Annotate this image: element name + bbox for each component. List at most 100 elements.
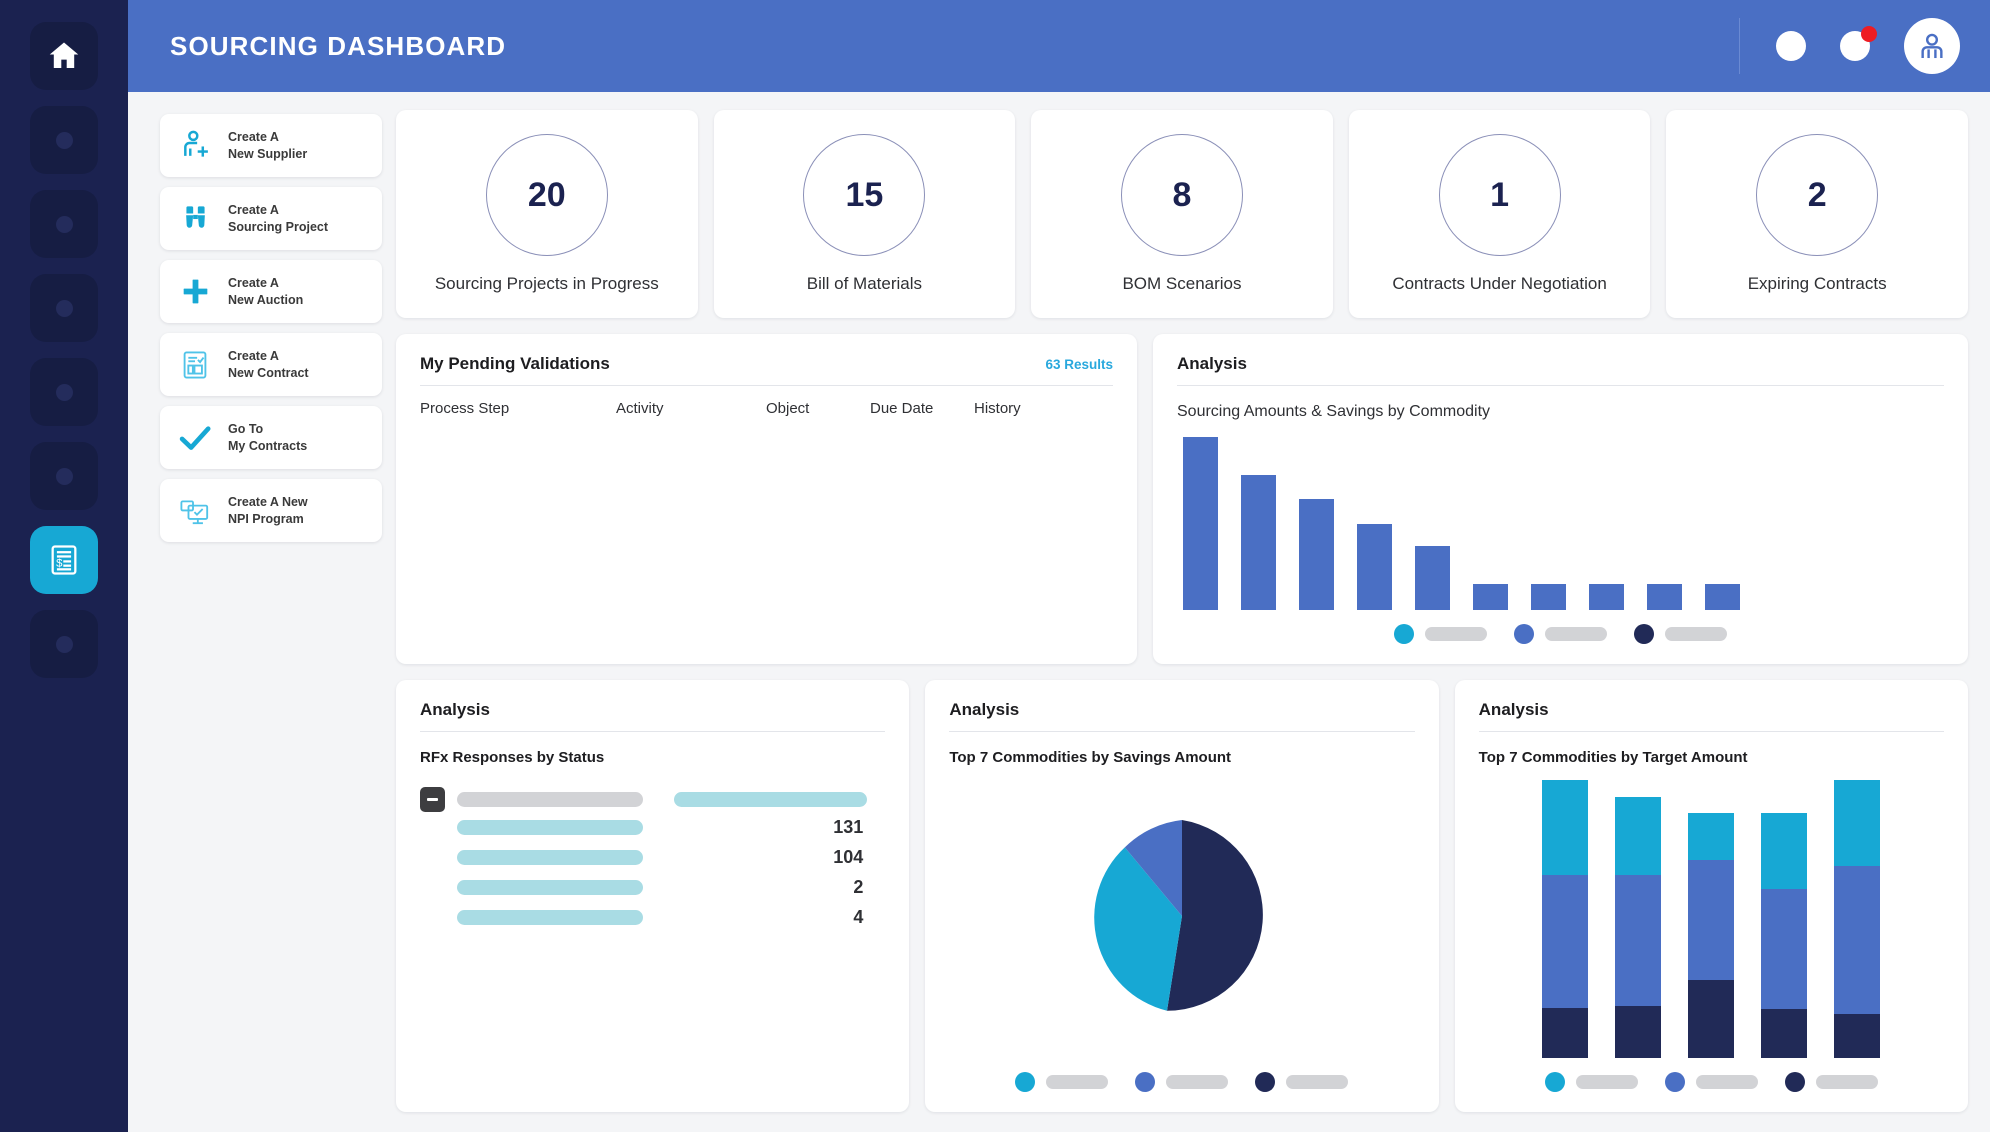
rfx-row[interactable]: 104: [420, 842, 885, 872]
bar[interactable]: [1473, 584, 1508, 610]
action-create-sourcing-project[interactable]: Create ASourcing Project: [160, 187, 382, 250]
table-row[interactable]: [420, 513, 1113, 543]
npi-monitor-icon: [174, 494, 216, 528]
legend-dot-series-3[interactable]: [1255, 1072, 1275, 1092]
rfx-row[interactable]: 131: [420, 812, 885, 842]
segment-navy: [1834, 1014, 1880, 1058]
home-icon: [46, 38, 82, 74]
binoculars-icon: [174, 202, 216, 235]
action-create-new-contract[interactable]: Create ANew Contract: [160, 333, 382, 396]
column-header-process-step: Process Step: [420, 400, 616, 417]
segment-navy: [1615, 1006, 1661, 1058]
sidebar-item-nav-3[interactable]: [30, 190, 98, 258]
legend-dot-series-1[interactable]: [1545, 1072, 1565, 1092]
avatar[interactable]: [1904, 18, 1960, 74]
kpi-label: Sourcing Projects in Progress: [435, 274, 659, 294]
stacked-bar[interactable]: [1761, 813, 1807, 1058]
action-create-new-auction[interactable]: Create ANew Auction: [160, 260, 382, 323]
kpi-value: 15: [803, 134, 925, 256]
sidebar: $: [0, 0, 128, 1132]
action-create-new-supplier[interactable]: Create ANew Supplier: [160, 114, 382, 177]
results-link[interactable]: 63 Results: [1045, 357, 1113, 372]
sidebar-item-contracts[interactable]: $: [30, 526, 98, 594]
collapse-toggle-icon[interactable]: [420, 787, 445, 812]
commodity-bar-chart: [1177, 421, 1944, 610]
table-row[interactable]: [420, 423, 1113, 453]
legend-dot-series-2[interactable]: [1135, 1072, 1155, 1092]
legend-label-placeholder: [1046, 1075, 1108, 1089]
rfx-responses-panel: Analysis RFx Responses by Status: [396, 680, 909, 1112]
sidebar-item-home[interactable]: [30, 22, 98, 90]
bar[interactable]: [1647, 584, 1682, 610]
savings-pie-chart: [949, 766, 1414, 1058]
sidebar-item-nav-5[interactable]: [30, 358, 98, 426]
legend-dot-series-3[interactable]: [1634, 624, 1654, 644]
legend-dot-series-2[interactable]: [1514, 624, 1534, 644]
action-go-to-my-contracts[interactable]: Go ToMy Contracts: [160, 406, 382, 469]
legend-dot-series-1[interactable]: [1394, 624, 1414, 644]
segment-cyan: [1688, 813, 1734, 859]
content-area: SOURCING DASHBOARD: [128, 0, 1990, 1132]
rfx-row[interactable]: 4: [420, 902, 885, 932]
table-row[interactable]: [420, 543, 1113, 573]
header-actions: [1739, 18, 1960, 74]
table-header-row: Process Step Activity Object Due Date Hi…: [420, 400, 1113, 423]
action-label: Create ANew Contract: [228, 348, 309, 381]
kpi-value: 2: [1756, 134, 1878, 256]
stacked-bar[interactable]: [1834, 780, 1880, 1058]
bar[interactable]: [1705, 584, 1740, 610]
panel-title: Analysis: [949, 700, 1019, 720]
svg-text:$: $: [56, 558, 63, 570]
sidebar-item-nav-6[interactable]: [30, 442, 98, 510]
stacked-bar[interactable]: [1615, 797, 1661, 1058]
notification-circle-icon[interactable]: [1776, 31, 1806, 61]
legend-dot-series-1[interactable]: [1015, 1072, 1035, 1092]
bar[interactable]: [1357, 524, 1392, 611]
sidebar-item-nav-4[interactable]: [30, 274, 98, 342]
table-row[interactable]: [420, 453, 1113, 483]
legend-label-placeholder: [1816, 1075, 1878, 1089]
commodity-bar-panel: Analysis Sourcing Amounts & Savings by C…: [1153, 334, 1968, 664]
rfx-value: 131: [833, 817, 885, 838]
kpi-card[interactable]: 8 BOM Scenarios: [1031, 110, 1333, 318]
kpi-card[interactable]: 2 Expiring Contracts: [1666, 110, 1968, 318]
legend-label-placeholder: [1576, 1075, 1638, 1089]
rfx-total-row[interactable]: [420, 786, 885, 812]
rfx-value: 4: [853, 907, 885, 928]
stacked-bar[interactable]: [1542, 780, 1588, 1058]
sidebar-item-nav-8[interactable]: [30, 610, 98, 678]
stacked-bar[interactable]: [1688, 813, 1734, 1058]
kpi-card[interactable]: 20 Sourcing Projects in Progress: [396, 110, 698, 318]
bar[interactable]: [1531, 584, 1566, 610]
legend-label-placeholder: [1696, 1075, 1758, 1089]
segment-navy: [1542, 1008, 1588, 1058]
rfx-row[interactable]: 2: [420, 872, 885, 902]
bar[interactable]: [1241, 475, 1276, 610]
kpi-card[interactable]: 1 Contracts Under Negotiation: [1349, 110, 1651, 318]
alerts-circle-icon[interactable]: [1840, 31, 1870, 61]
chart-legend: [949, 1058, 1414, 1092]
action-create-new-npi-program[interactable]: Create A NewNPI Program: [160, 479, 382, 542]
segment-cyan: [1615, 797, 1661, 875]
panel-header: Analysis: [1479, 700, 1944, 732]
table-row[interactable]: [420, 483, 1113, 513]
invoice-document-icon: $: [47, 543, 81, 577]
column-header-activity: Activity: [616, 400, 766, 417]
savings-pie-panel: Analysis Top 7 Commodities by Savings Am…: [925, 680, 1438, 1112]
legend-dot-series-2[interactable]: [1665, 1072, 1685, 1092]
kpi-card[interactable]: 15 Bill of Materials: [714, 110, 1016, 318]
validations-table: Process Step Activity Object Due Date Hi…: [420, 400, 1113, 573]
bar[interactable]: [1589, 584, 1624, 610]
legend-label-placeholder: [1286, 1075, 1348, 1089]
sidebar-item-nav-2[interactable]: [30, 106, 98, 174]
panel-header: Analysis: [420, 700, 885, 732]
bar[interactable]: [1299, 499, 1334, 610]
target-stacked-chart: [1479, 766, 1944, 1058]
action-label: Create A NewNPI Program: [228, 494, 308, 527]
chart-legend: [1479, 1058, 1944, 1092]
action-label: Go ToMy Contracts: [228, 421, 307, 454]
legend-dot-series-3[interactable]: [1785, 1072, 1805, 1092]
panel-header: My Pending Validations 63 Results: [420, 354, 1113, 386]
bar[interactable]: [1415, 546, 1450, 610]
bar[interactable]: [1183, 437, 1218, 610]
